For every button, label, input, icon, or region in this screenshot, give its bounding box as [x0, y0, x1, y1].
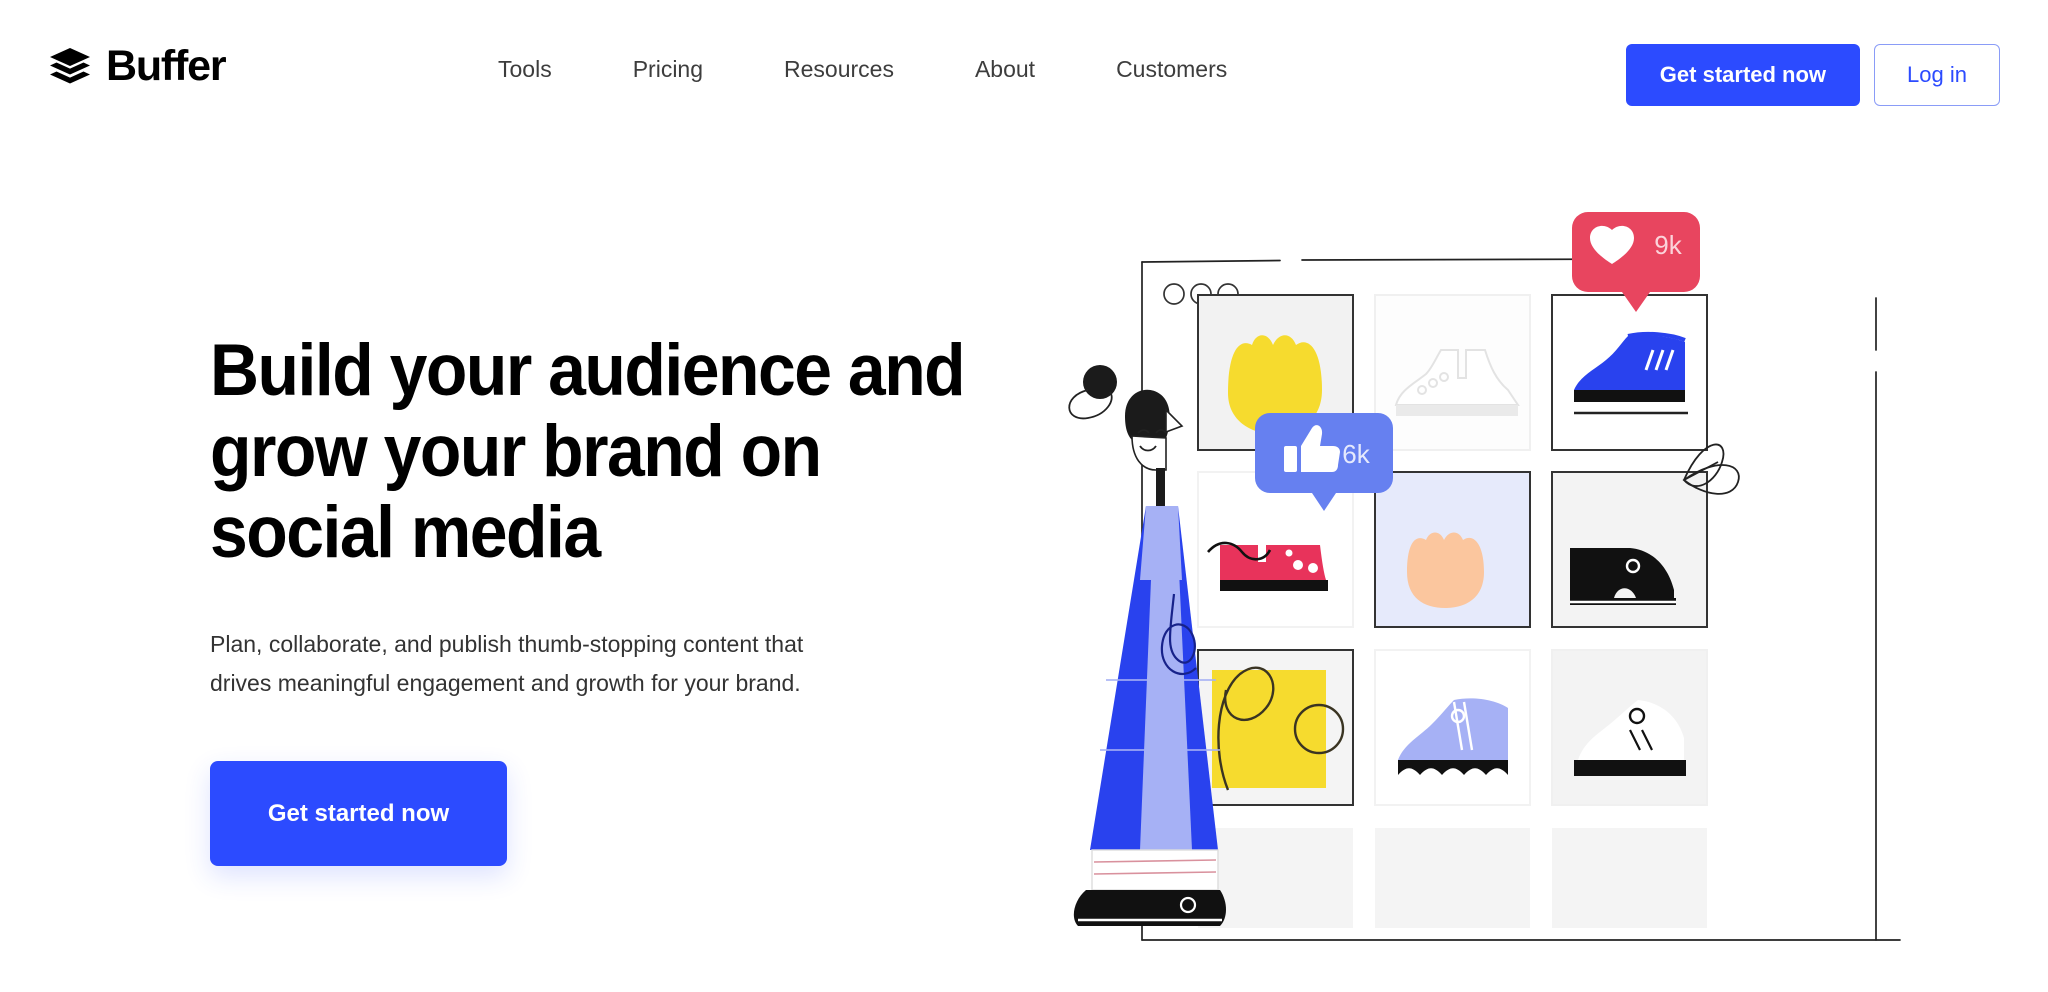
- buffer-logo[interactable]: Buffer: [48, 41, 227, 90]
- nav-item-resources[interactable]: Resources: [784, 58, 894, 81]
- tile-blue-sneaker: [1551, 294, 1708, 451]
- heart-count: 9k: [1654, 230, 1682, 260]
- hero-section: Build your audience and grow your brand …: [210, 330, 1010, 867]
- site-header: Buffer Tools Pricing Resources About Cus…: [0, 0, 2048, 130]
- tile-black-boot: [1551, 443, 1740, 628]
- hero-illustration: 6k 9k: [1068, 212, 1930, 970]
- nav-item-tools[interactable]: Tools: [498, 58, 552, 81]
- cursor-arrow-icon: [1682, 443, 1740, 495]
- logo-wordmark: Buffer: [106, 41, 227, 90]
- tile-white-black-shoe: [1551, 649, 1708, 806]
- like-count: 6k: [1342, 439, 1370, 469]
- tile-placeholders-row4: [1198, 828, 1707, 928]
- hero-headline: Build your audience and grow your brand …: [210, 330, 966, 574]
- hero-get-started-button[interactable]: Get started now: [210, 761, 507, 867]
- stacked-layers-icon: [48, 44, 92, 88]
- hero-subheadline: Plan, collaborate, and publish thumb-sto…: [210, 631, 804, 697]
- nav-item-pricing[interactable]: Pricing: [633, 58, 703, 81]
- page-root: Buffer Tools Pricing Resources About Cus…: [0, 0, 2048, 992]
- tile-yellow-square-squiggle: [1197, 649, 1354, 806]
- header-get-started-button[interactable]: Get started now: [1625, 44, 1861, 106]
- main-nav: Tools Pricing Resources About Customers: [498, 58, 1227, 81]
- nav-item-about[interactable]: About: [975, 58, 1035, 81]
- tile-peach-tulip: [1374, 471, 1531, 628]
- nav-item-customers[interactable]: Customers: [1116, 58, 1227, 81]
- header-login-button[interactable]: Log in: [1874, 44, 2000, 106]
- tile-periwinkle-platform-shoe: [1374, 649, 1531, 806]
- header-actions: Get started now Log in: [1625, 44, 2000, 106]
- tile-gray-sneaker-outline: [1374, 294, 1531, 451]
